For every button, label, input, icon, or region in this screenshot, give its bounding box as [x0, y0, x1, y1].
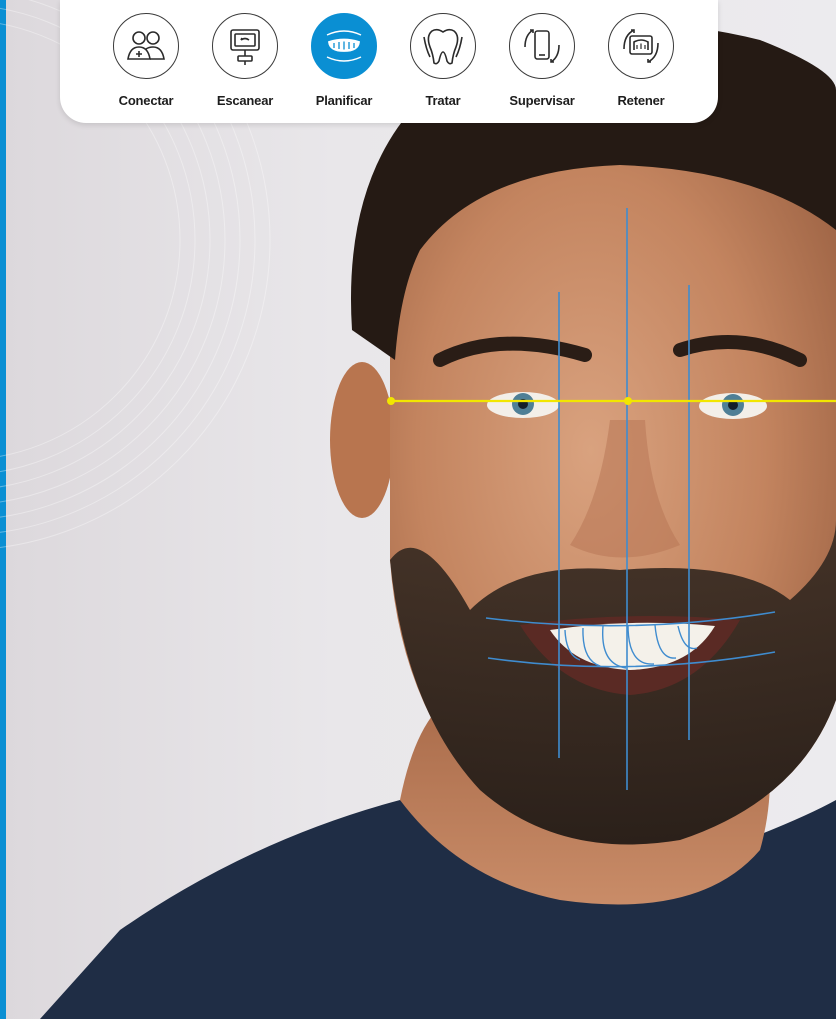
ear: [330, 362, 394, 518]
retainer-case-icon: [623, 29, 659, 63]
step-label: Planificar: [315, 93, 373, 108]
step-circle: [212, 13, 278, 79]
step-planificar[interactable]: Planificar: [299, 13, 389, 108]
step-label: Supervisar: [509, 93, 575, 108]
step-circle: [311, 13, 377, 79]
step-label: Escanear: [216, 93, 274, 108]
step-conectar[interactable]: Conectar: [101, 13, 191, 108]
step-circle: [113, 13, 179, 79]
step-label: Tratar: [425, 93, 461, 108]
step-circle: [608, 13, 674, 79]
scanner-icon: [230, 29, 260, 65]
step-label: Conectar: [118, 93, 174, 108]
step-circle: [410, 13, 476, 79]
workflow-nav: Conectar Escanear Planificar Tratar Supe…: [60, 0, 718, 123]
aligner-icon: [326, 30, 362, 62]
step-tratar[interactable]: Tratar: [398, 13, 488, 108]
hero-image: Conectar Escanear Planificar Tratar Supe…: [0, 0, 836, 1019]
step-retener[interactable]: Retener: [596, 13, 686, 108]
tooth-icon: [423, 28, 463, 65]
step-supervisar[interactable]: Supervisar: [497, 13, 587, 108]
phone-monitor-icon: [524, 29, 560, 63]
people-icon: [127, 31, 165, 60]
step-label: Retener: [617, 93, 665, 108]
step-circle: [509, 13, 575, 79]
step-escanear[interactable]: Escanear: [200, 13, 290, 108]
portrait-illustration: [0, 0, 836, 1019]
